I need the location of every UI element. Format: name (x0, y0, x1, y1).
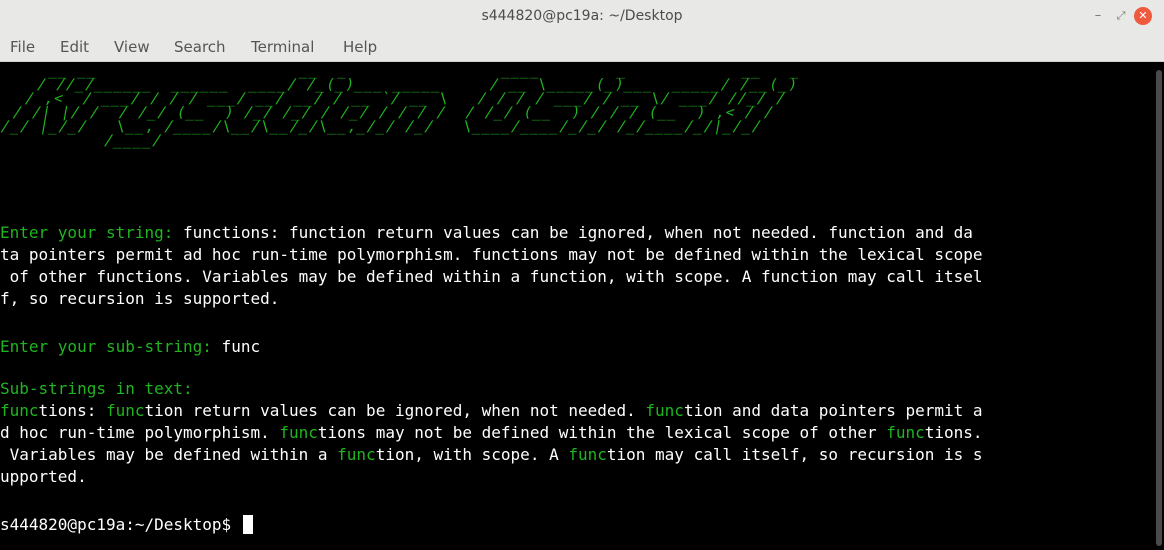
input-string-line-3: of other functions. Variables may be def… (0, 267, 983, 286)
match-highlight: func (105, 401, 145, 420)
menu-file[interactable]: File (10, 33, 35, 61)
input-string-line-2: ta pointers permit ad hoc run-time polym… (0, 245, 983, 264)
string-input-line: Enter your string: functions: function r… (0, 222, 973, 244)
menu-view[interactable]: View (114, 33, 150, 61)
match-highlight: func (279, 423, 318, 442)
menu-bar: File Edit View Search Terminal Help (0, 33, 1164, 62)
result-line: Variables may be defined within a functi… (0, 444, 983, 466)
result-line: d hoc run-time polymorphism. functions m… (0, 422, 983, 444)
title-bar[interactable]: s444820@pc19a: ~/Desktop – ⤢ ✕ (0, 0, 1164, 33)
result-text: d hoc run-time polymorphism. (0, 423, 280, 442)
ascii-banner-art: __ __ __ _ ____ _ __ _ / //_/______ ____… (0, 63, 802, 149)
window-title: s444820@pc19a: ~/Desktop (481, 8, 683, 24)
input-string-line-1: functions: function return values can be… (173, 223, 973, 242)
menu-terminal[interactable]: Terminal (251, 33, 314, 61)
scrollbar-thumb[interactable] (1156, 70, 1162, 546)
result-text: tion, with scope. A (375, 445, 569, 464)
menu-search[interactable]: Search (174, 33, 226, 61)
substring-prompt: Enter your sub-string: (0, 337, 212, 356)
result-text: tions. (924, 423, 983, 442)
result-text: tions: (38, 401, 106, 420)
terminal-window: s444820@pc19a: ~/Desktop – ⤢ ✕ File Edit… (0, 0, 1164, 550)
result-line: functions: function return values can be… (0, 400, 983, 422)
input-string-line-4: f, so recursion is supported. (0, 289, 280, 308)
result-line: upported. (0, 466, 87, 488)
match-highlight: func (645, 401, 684, 420)
scrollbar[interactable] (1152, 62, 1164, 550)
ascii-banner: __ __ __ _ ____ _ __ _ / //_/______ ____… (0, 63, 1142, 204)
result-text: tion and data pointers permit a (683, 401, 983, 420)
result-heading: Sub-strings in text: (0, 379, 193, 398)
match-highlight: func (0, 401, 39, 420)
match-highlight: func (568, 445, 607, 464)
menu-edit[interactable]: Edit (60, 33, 89, 61)
match-highlight: func (337, 445, 376, 464)
terminal-output[interactable]: __ __ __ _ ____ _ __ _ / //_/______ ____… (0, 62, 1152, 550)
string-prompt: Enter your string: (0, 223, 174, 242)
text-cursor (242, 515, 253, 534)
maximize-icon[interactable]: ⤢ (1111, 6, 1131, 26)
result-text: Variables may be defined within a (0, 445, 338, 464)
minimize-icon[interactable]: – (1088, 6, 1108, 26)
result-text: tion may call itself, so recursion is s (606, 445, 983, 464)
result-text: tions may not be defined within the lexi… (317, 423, 887, 442)
close-icon[interactable]: ✕ (1134, 7, 1152, 25)
input-substring: func (211, 337, 261, 356)
match-highlight: func (886, 423, 925, 442)
substring-input-line: Enter your sub-string: func (0, 336, 260, 358)
shell-prompt: s444820@pc19a:~/Desktop$ (0, 515, 241, 534)
result-text: tion return values can be ignored, when … (144, 401, 646, 420)
shell-prompt-line[interactable]: s444820@pc19a:~/Desktop$ (0, 514, 253, 536)
menu-help[interactable]: Help (343, 33, 377, 61)
result-text: upported. (0, 467, 87, 486)
